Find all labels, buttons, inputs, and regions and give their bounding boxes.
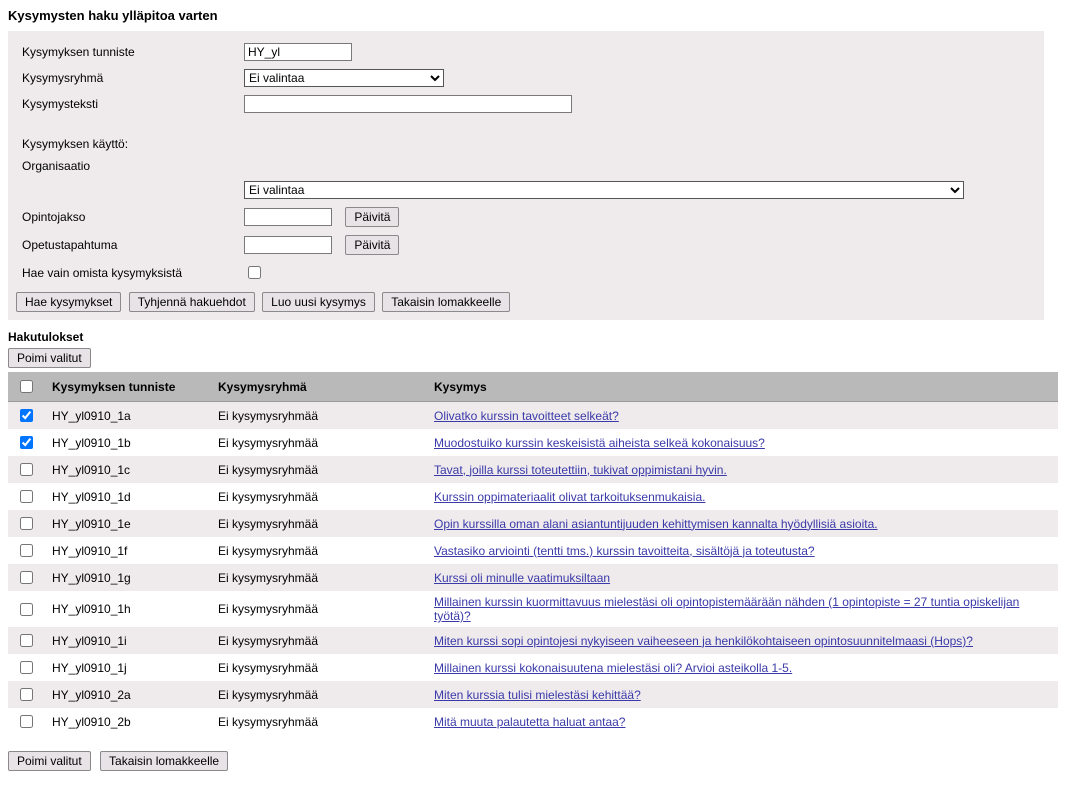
table-row: HY_yl0910_1jEi kysymysryhmää Millainen ku… xyxy=(8,654,1058,681)
row-group: Ei kysymysryhmää xyxy=(210,402,426,430)
row-id: HY_yl0910_1b xyxy=(44,429,210,456)
results-title: Hakutulokset xyxy=(8,330,1064,344)
row-group: Ei kysymysryhmää xyxy=(210,708,426,735)
row-checkbox[interactable] xyxy=(20,661,33,674)
select-group[interactable]: Ei valintaa xyxy=(244,69,444,87)
row-group: Ei kysymysryhmää xyxy=(210,483,426,510)
row-checkbox[interactable] xyxy=(20,688,33,701)
pick-selected-button-top[interactable]: Poimi valitut xyxy=(8,348,91,368)
row-id: HY_yl0910_1f xyxy=(44,537,210,564)
back-button[interactable]: Takaisin lomakkeelle xyxy=(382,292,510,312)
row-question-link[interactable]: Kurssi oli minulle vaatimuksiltaan xyxy=(434,571,610,585)
header-group: Kysymysryhmä xyxy=(210,372,426,402)
update-course-button[interactable]: Päivitä xyxy=(345,207,399,227)
select-org[interactable]: Ei valintaa xyxy=(244,181,964,199)
row-checkbox[interactable] xyxy=(20,603,33,616)
row-question-link[interactable]: Vastasiko arviointi (tentti tms.) kurssi… xyxy=(434,544,815,558)
row-question-link[interactable]: Kurssin oppimateriaalit olivat tarkoituk… xyxy=(434,490,705,504)
header-question: Kysymys xyxy=(426,372,1058,402)
table-row: HY_yl0910_1eEi kysymysryhmää Opin kurssil… xyxy=(8,510,1058,537)
row-id: HY_yl0910_1i xyxy=(44,627,210,654)
table-row: HY_yl0910_1gEi kysymysryhmää Kurssi oli m… xyxy=(8,564,1058,591)
select-all-checkbox[interactable] xyxy=(20,380,33,393)
footer-button-row: Poimi valitut Takaisin lomakkeelle xyxy=(8,751,1064,771)
update-event-button[interactable]: Päivitä xyxy=(345,235,399,255)
input-text[interactable] xyxy=(244,95,572,113)
table-row: HY_yl0910_1aEi kysymysryhmää Olivatko kur… xyxy=(8,402,1058,430)
row-checkbox[interactable] xyxy=(20,436,33,449)
row-id: HY_yl0910_1d xyxy=(44,483,210,510)
row-question-link[interactable]: Miten kurssia tulisi mielestäsi kehittää… xyxy=(434,688,641,702)
row-id: HY_yl0910_1j xyxy=(44,654,210,681)
table-row: HY_yl0910_1cEi kysymysryhmää Tavat, joill… xyxy=(8,456,1058,483)
own-questions-checkbox[interactable] xyxy=(248,266,261,279)
label-org: Organisaatio xyxy=(16,155,238,177)
row-group: Ei kysymysryhmää xyxy=(210,456,426,483)
table-row: HY_yl0910_1dEi kysymysryhmää Kurssin oppi… xyxy=(8,483,1058,510)
row-question-link[interactable]: Miten kurssi sopi opintojesi nykyiseen v… xyxy=(434,634,973,648)
row-checkbox[interactable] xyxy=(20,409,33,422)
input-course[interactable] xyxy=(244,208,332,226)
row-id: HY_yl0910_1a xyxy=(44,402,210,430)
row-question-link[interactable]: Opin kurssilla oman alani asiantuntijuud… xyxy=(434,517,878,531)
row-group: Ei kysymysryhmää xyxy=(210,654,426,681)
row-question-link[interactable]: Mitä muuta palautetta haluat antaa? xyxy=(434,715,625,729)
row-checkbox[interactable] xyxy=(20,490,33,503)
table-row: HY_yl0910_1fEi kysymysryhmää Vastasiko ar… xyxy=(8,537,1058,564)
header-id: Kysymyksen tunniste xyxy=(44,372,210,402)
action-button-row: Hae kysymykset Tyhjennä hakuehdot Luo uu… xyxy=(16,292,1036,312)
row-id: HY_yl0910_1e xyxy=(44,510,210,537)
row-question-link[interactable]: Millainen kurssi kokonaisuutena mielestä… xyxy=(434,661,792,675)
row-checkbox[interactable] xyxy=(20,634,33,647)
row-group: Ei kysymysryhmää xyxy=(210,537,426,564)
clear-button[interactable]: Tyhjennä hakuehdot xyxy=(129,292,255,312)
label-id: Kysymyksen tunniste xyxy=(16,39,238,65)
table-row: HY_yl0910_1hEi kysymysryhmää Millainen ku… xyxy=(8,591,1058,627)
page-title: Kysymysten haku ylläpitoa varten xyxy=(8,8,1064,23)
pick-selected-button-bottom[interactable]: Poimi valitut xyxy=(8,751,91,771)
search-form: Kysymyksen tunniste Kysymysryhmä Ei vali… xyxy=(16,39,970,286)
row-group: Ei kysymysryhmää xyxy=(210,510,426,537)
row-group: Ei kysymysryhmää xyxy=(210,564,426,591)
label-group: Kysymysryhmä xyxy=(16,65,238,91)
row-question-link[interactable]: Tavat, joilla kurssi toteutettiin, tukiv… xyxy=(434,463,727,477)
label-own: Hae vain omista kysymyksistä xyxy=(16,259,238,286)
table-row: HY_yl0910_1iEi kysymysryhmää Miten kurssi… xyxy=(8,627,1058,654)
input-id[interactable] xyxy=(244,43,352,61)
search-panel: Kysymyksen tunniste Kysymysryhmä Ei vali… xyxy=(8,31,1044,320)
row-id: HY_yl0910_1c xyxy=(44,456,210,483)
table-row: HY_yl0910_2bEi kysymysryhmää Mitä muuta p… xyxy=(8,708,1058,735)
row-checkbox[interactable] xyxy=(20,544,33,557)
row-id: HY_yl0910_2a xyxy=(44,681,210,708)
table-row: HY_yl0910_1bEi kysymysryhmää Muodostuiko … xyxy=(8,429,1058,456)
label-course: Opintojakso xyxy=(16,203,238,231)
row-id: HY_yl0910_2b xyxy=(44,708,210,735)
create-button[interactable]: Luo uusi kysymys xyxy=(262,292,375,312)
row-question-link[interactable]: Olivatko kurssin tavoitteet selkeät? xyxy=(434,409,619,423)
row-id: HY_yl0910_1h xyxy=(44,591,210,627)
table-row: HY_yl0910_2aEi kysymysryhmää Miten kurssi… xyxy=(8,681,1058,708)
row-id: HY_yl0910_1g xyxy=(44,564,210,591)
label-usage: Kysymyksen käyttö: xyxy=(16,133,238,155)
input-event[interactable] xyxy=(244,236,332,254)
row-checkbox[interactable] xyxy=(20,715,33,728)
label-event: Opetustapahtuma xyxy=(16,231,238,259)
row-checkbox[interactable] xyxy=(20,517,33,530)
row-group: Ei kysymysryhmää xyxy=(210,627,426,654)
label-text: Kysymysteksti xyxy=(16,91,238,117)
row-group: Ei kysymysryhmää xyxy=(210,591,426,627)
row-group: Ei kysymysryhmää xyxy=(210,429,426,456)
row-question-link[interactable]: Millainen kurssin kuormittavuus mielestä… xyxy=(434,595,1019,623)
back-button-bottom[interactable]: Takaisin lomakkeelle xyxy=(100,751,228,771)
row-checkbox[interactable] xyxy=(20,571,33,584)
row-group: Ei kysymysryhmää xyxy=(210,681,426,708)
row-checkbox[interactable] xyxy=(20,463,33,476)
row-question-link[interactable]: Muodostuiko kurssin keskeisistä aiheista… xyxy=(434,436,765,450)
search-button[interactable]: Hae kysymykset xyxy=(16,292,121,312)
